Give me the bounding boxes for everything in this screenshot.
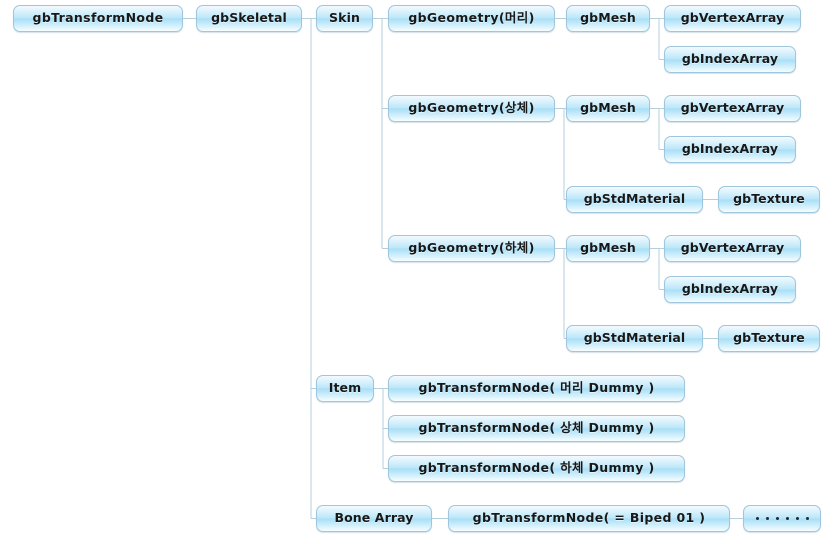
node-label: gbGeometry(하체) xyxy=(408,240,535,256)
node-vtx_lower[interactable]: gbVertexArray xyxy=(664,235,801,262)
node-label: Skin xyxy=(329,10,360,26)
node-label: gbSkeletal xyxy=(211,10,287,26)
node-geo_head[interactable]: gbGeometry(머리) xyxy=(388,5,555,32)
node-label: gbGeometry(상체) xyxy=(408,100,535,116)
node-label: gbIndexArray xyxy=(681,281,779,297)
node-biped[interactable]: gbTransformNode( = Biped 01 ) xyxy=(448,505,730,532)
node-bone_array[interactable]: Bone Array xyxy=(316,505,432,532)
node-more[interactable] xyxy=(743,505,821,532)
node-idx_lower[interactable]: gbIndexArray xyxy=(664,276,796,303)
node-item[interactable]: Item xyxy=(316,375,374,402)
node-dummy_head[interactable]: gbTransformNode( 머리 Dummy ) xyxy=(388,375,685,402)
node-label: Bone Array xyxy=(334,510,414,526)
node-dummy_upper[interactable]: gbTransformNode( 상체 Dummy ) xyxy=(388,415,685,442)
node-skin[interactable]: Skin xyxy=(316,5,373,32)
node-label: Item xyxy=(328,380,362,396)
node-mesh_lower[interactable]: gbMesh xyxy=(566,235,650,262)
node-label: gbVertexArray xyxy=(680,100,785,116)
node-label: gbTransformNode( = Biped 01 ) xyxy=(472,510,706,526)
node-mat_lower[interactable]: gbStdMaterial xyxy=(566,325,703,352)
node-label: gbGeometry(머리) xyxy=(408,10,535,26)
node-vtx_head[interactable]: gbVertexArray xyxy=(664,5,801,32)
node-label: gbTransformNode xyxy=(32,10,164,26)
node-tex_lower[interactable]: gbTexture xyxy=(718,325,820,352)
node-label: gbIndexArray xyxy=(681,51,779,67)
node-root[interactable]: gbTransformNode xyxy=(13,5,183,32)
node-label: gbMesh xyxy=(580,240,636,256)
node-label: gbTransformNode( 상체 Dummy ) xyxy=(418,420,655,436)
node-label: gbStdMaterial xyxy=(583,330,686,346)
node-idx_upper[interactable]: gbIndexArray xyxy=(664,136,796,163)
node-idx_head[interactable]: gbIndexArray xyxy=(664,46,796,73)
node-label: gbVertexArray xyxy=(680,240,785,256)
node-label: gbVertexArray xyxy=(680,10,785,26)
diagram-canvas: gbTransformNode gbSkeletal Skin gbGeometry(… xyxy=(0,0,836,544)
node-dummy_lower[interactable]: gbTransformNode( 하체 Dummy ) xyxy=(388,455,685,482)
node-mat_upper[interactable]: gbStdMaterial xyxy=(566,186,703,213)
node-geo_upper[interactable]: gbGeometry(상체) xyxy=(388,95,555,122)
node-mesh_upper[interactable]: gbMesh xyxy=(566,95,650,122)
node-label: gbStdMaterial xyxy=(583,191,686,207)
node-label: gbTexture xyxy=(733,191,805,207)
node-mesh_head[interactable]: gbMesh xyxy=(566,5,650,32)
node-label: gbMesh xyxy=(580,100,636,116)
node-vtx_upper[interactable]: gbVertexArray xyxy=(664,95,801,122)
node-tex_upper[interactable]: gbTexture xyxy=(718,186,820,213)
node-geo_lower[interactable]: gbGeometry(하체) xyxy=(388,235,555,262)
ellipsis-icon xyxy=(755,517,809,520)
node-label: gbTransformNode( 하체 Dummy ) xyxy=(418,460,655,476)
node-skeletal[interactable]: gbSkeletal xyxy=(196,5,302,32)
node-label: gbIndexArray xyxy=(681,141,779,157)
node-label: gbTexture xyxy=(733,330,805,346)
node-label: gbMesh xyxy=(580,10,636,26)
node-label: gbTransformNode( 머리 Dummy ) xyxy=(418,380,655,396)
